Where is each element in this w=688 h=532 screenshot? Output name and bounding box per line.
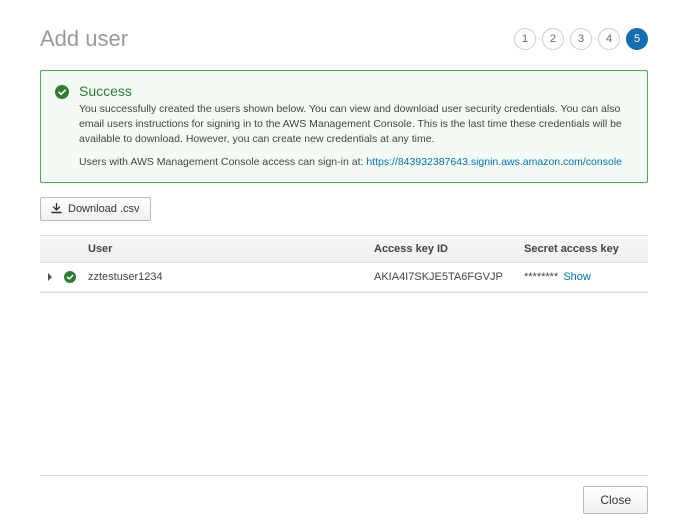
secret-mask: ******** (524, 271, 558, 283)
signin-url-link[interactable]: https://843932387643.signin.aws.amazon.c… (366, 156, 622, 168)
signin-prefix: Users with AWS Management Console access… (79, 156, 366, 168)
show-secret-link[interactable]: Show (563, 271, 591, 283)
cell-access-key: AKIA4I7SKJE5TA6FGVJP (368, 263, 518, 291)
step-4[interactable]: 4 (598, 28, 620, 50)
col-access-key: Access key ID (368, 236, 518, 262)
step-2[interactable]: 2 (542, 28, 564, 50)
expand-row-caret-icon[interactable] (40, 265, 58, 289)
success-body-text: You successfully created the users shown… (79, 102, 633, 148)
close-button[interactable]: Close (583, 486, 648, 514)
page-title: Add user (40, 26, 128, 52)
success-alert: Success You successfully created the use… (40, 70, 648, 183)
download-icon (51, 203, 62, 214)
step-1[interactable]: 1 (514, 28, 536, 50)
wizard-steps: 1 2 3 4 5 (514, 28, 648, 50)
step-3[interactable]: 3 (570, 28, 592, 50)
users-table: User Access key ID Secret access key zzt… (40, 235, 648, 293)
col-user: User (82, 236, 368, 262)
success-title: Success (79, 83, 633, 99)
step-5[interactable]: 5 (626, 28, 648, 50)
download-csv-label: Download .csv (68, 203, 140, 215)
success-signin-line: Users with AWS Management Console access… (79, 156, 633, 168)
cell-secret: ******** Show (518, 263, 648, 291)
success-check-icon (55, 85, 69, 99)
col-secret: Secret access key (518, 236, 648, 262)
download-csv-button[interactable]: Download .csv (40, 197, 151, 221)
row-success-icon (58, 263, 82, 291)
table-row: zztestuser1234 AKIA4I7SKJE5TA6FGVJP ****… (40, 263, 648, 292)
cell-user: zztestuser1234 (82, 263, 368, 291)
